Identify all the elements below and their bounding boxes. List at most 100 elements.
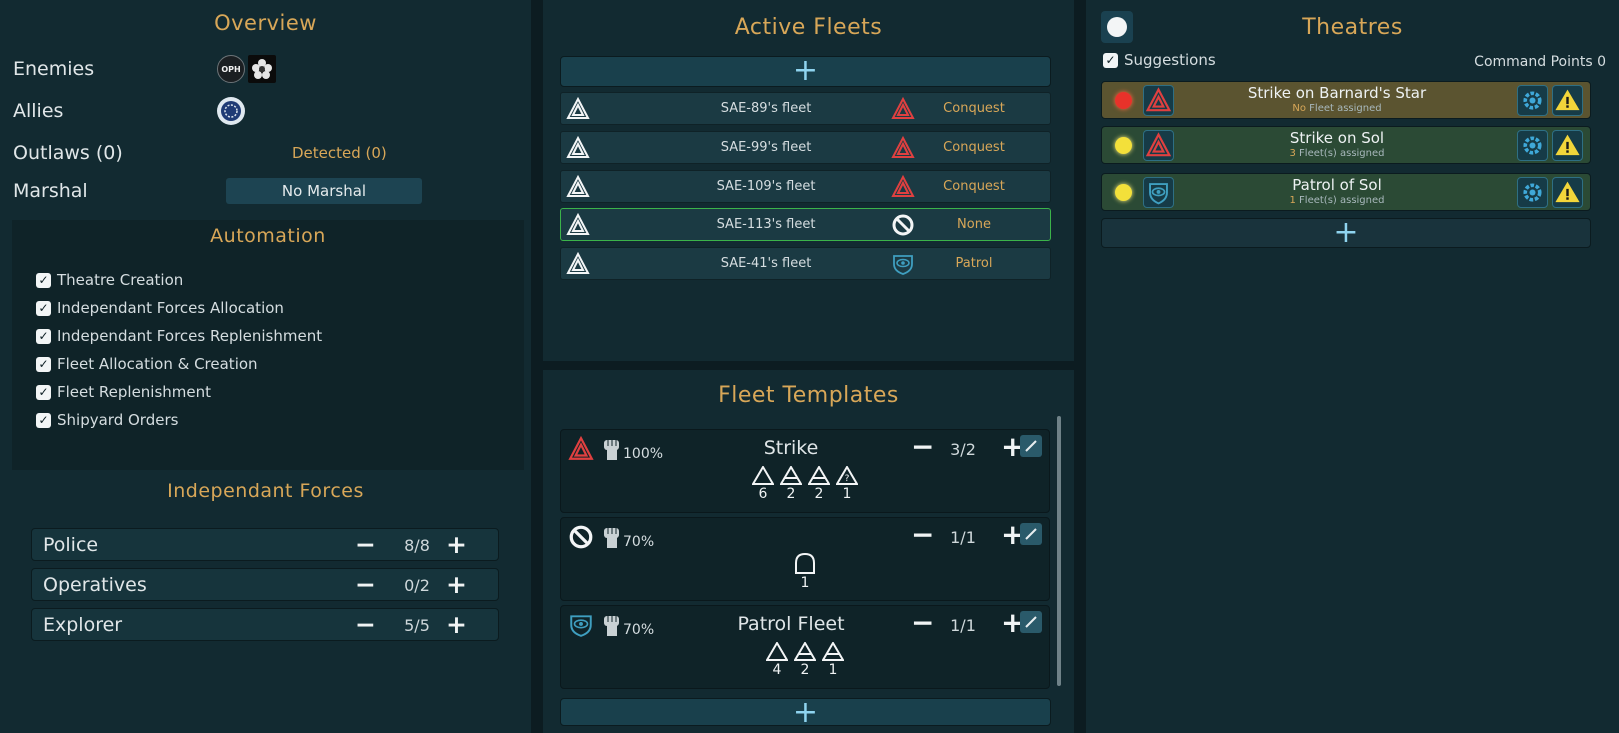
strike-icon — [568, 436, 594, 460]
suggestions-toggle[interactable]: ✓ Suggestions — [1103, 51, 1216, 69]
active-fleets-panel: Active Fleets + SAE-89's fleet Conquest … — [543, 0, 1074, 361]
command-points: Command Points 0 — [1474, 54, 1606, 70]
fleet-row[interactable]: SAE-41's fleet Patrol — [560, 247, 1051, 280]
template-card-strike[interactable]: 100% Strike − 3/2 + 6 2 2 ? 1 — [560, 429, 1050, 513]
ship-class: 2 — [780, 466, 802, 502]
status-yellow-dot-icon — [1115, 184, 1132, 201]
add-theatre-button[interactable]: + — [1101, 218, 1591, 248]
fleet-row[interactable]: SAE-89's fleet Conquest — [560, 92, 1051, 125]
ring-emblem-icon[interactable] — [217, 97, 245, 125]
increase-button[interactable]: + — [446, 530, 467, 559]
status-red-dot-icon — [1115, 92, 1132, 109]
fleet-row-selected[interactable]: SAE-113's fleet None — [560, 208, 1051, 241]
increase-button[interactable]: + — [446, 570, 467, 599]
ship-class: 1 — [794, 552, 816, 591]
fleet-triangle-icon — [566, 175, 590, 197]
decrease-button[interactable]: − — [355, 570, 376, 599]
automation-title: Automation — [210, 225, 326, 247]
theatres-title: Theatres — [1302, 15, 1403, 40]
decrease-button[interactable]: − — [355, 530, 376, 559]
force-row-police: Police − 8/8 + — [31, 528, 499, 561]
theatres-panel: Theatres ✓ Suggestions Command Points 0 … — [1086, 0, 1619, 733]
template-ship-list: 1 — [561, 552, 1049, 591]
decrease-button[interactable]: − — [911, 606, 934, 639]
marshal-select-button[interactable]: No Marshal — [226, 178, 422, 204]
fist-icon — [604, 440, 619, 460]
fist-icon — [604, 616, 619, 636]
theatre-row[interactable]: Patrol of Sol 1 Fleet(s) assigned — [1101, 173, 1591, 211]
automation-option-forces-allocation[interactable]: ✓ Independant Forces Allocation — [36, 299, 284, 317]
flower-emblem-icon[interactable] — [248, 55, 276, 83]
decrease-button[interactable]: − — [911, 430, 934, 463]
add-fleet-button[interactable]: + — [560, 56, 1051, 87]
fleet-triangle-icon — [566, 136, 590, 158]
none-icon — [569, 525, 593, 549]
checkbox-icon[interactable]: ✓ — [36, 300, 51, 316]
gear-icon[interactable] — [1517, 85, 1548, 116]
ship-triangle-icon — [780, 466, 802, 485]
warning-icon[interactable] — [1552, 130, 1583, 161]
strike-icon — [891, 175, 915, 197]
allies-label: Allies — [13, 100, 64, 122]
fist-icon — [604, 528, 619, 548]
increase-button[interactable]: + — [446, 610, 467, 639]
templates-scrollbar[interactable] — [1057, 416, 1061, 686]
automation-option-forces-replenishment[interactable]: ✓ Independant Forces Replenishment — [36, 327, 322, 345]
edit-pencil-icon[interactable] — [1020, 523, 1042, 545]
overview-title: Overview — [214, 11, 317, 35]
enemy-emblem-oph[interactable]: OPH — [217, 55, 245, 83]
theatre-row[interactable]: Strike on Sol 3 Fleet(s) assigned — [1101, 126, 1591, 164]
edit-pencil-icon[interactable] — [1020, 611, 1042, 633]
ship-dome-icon — [795, 552, 815, 574]
none-icon — [892, 214, 914, 236]
fleet-row[interactable]: SAE-99's fleet Conquest — [560, 131, 1051, 164]
automation-option-theatre-creation[interactable]: ✓ Theatre Creation — [36, 271, 183, 289]
ship-class: 4 — [766, 642, 788, 678]
patrol-eye-icon — [570, 615, 592, 637]
automation-section: Automation — [12, 220, 524, 470]
warning-icon[interactable] — [1552, 177, 1583, 208]
add-template-button[interactable]: + — [560, 698, 1051, 726]
fleet-triangle-icon — [566, 213, 590, 235]
template-card-patrol[interactable]: 70% Patrol Fleet − 1/1 + 4 2 1 — [560, 605, 1050, 689]
edit-pencil-icon[interactable] — [1020, 435, 1042, 457]
theatre-row[interactable]: Strike on Barnard's Star No Fleet assign… — [1101, 81, 1591, 119]
automation-option-shipyard-orders[interactable]: ✓ Shipyard Orders — [36, 411, 178, 429]
warning-icon[interactable] — [1552, 85, 1583, 116]
detected-outlaws-link[interactable]: Detected (0) — [292, 144, 387, 162]
gear-icon[interactable] — [1517, 130, 1548, 161]
ship-unknown-triangle-icon: ? — [836, 466, 858, 485]
ship-triangle-icon — [794, 642, 816, 661]
strike-icon — [891, 136, 915, 158]
outlaws-label: Outlaws (0) — [13, 142, 123, 164]
decrease-button[interactable]: − — [911, 518, 934, 551]
ship-triangle-icon — [808, 466, 830, 485]
ship-triangle-icon — [766, 642, 788, 661]
marshal-label: Marshal — [13, 180, 88, 202]
svg-text:?: ? — [845, 474, 850, 484]
checkbox-icon[interactable]: ✓ — [36, 272, 51, 288]
active-fleets-title: Active Fleets — [734, 15, 883, 40]
fleet-triangle-icon — [566, 97, 590, 119]
fleet-triangle-icon — [566, 252, 590, 274]
checkbox-icon[interactable]: ✓ — [36, 384, 51, 400]
automation-option-fleet-allocation[interactable]: ✓ Fleet Allocation & Creation — [36, 355, 258, 373]
ship-class: ? 1 — [836, 466, 858, 502]
decrease-button[interactable]: − — [355, 610, 376, 639]
ship-class: 2 — [808, 466, 830, 502]
automation-option-fleet-replenishment[interactable]: ✓ Fleet Replenishment — [36, 383, 211, 401]
template-card-none[interactable]: 70% − 1/1 + 1 — [560, 517, 1050, 601]
checkbox-icon[interactable]: ✓ — [36, 328, 51, 344]
checkbox-icon[interactable]: ✓ — [1103, 52, 1118, 68]
checkbox-icon[interactable]: ✓ — [36, 356, 51, 372]
patrol-eye-icon — [893, 255, 913, 275]
gear-icon[interactable] — [1517, 177, 1548, 208]
force-row-operatives: Operatives − 0/2 + — [31, 568, 499, 601]
ship-triangle-icon — [822, 642, 844, 661]
fleet-row[interactable]: SAE-109's fleet Conquest — [560, 170, 1051, 203]
template-ship-list: 6 2 2 ? 1 — [561, 466, 1049, 502]
fleet-templates-title: Fleet Templates — [718, 383, 899, 408]
checkbox-icon[interactable]: ✓ — [36, 412, 51, 428]
independant-forces-title: Independant Forces — [167, 480, 364, 502]
enemies-label: Enemies — [13, 58, 95, 80]
